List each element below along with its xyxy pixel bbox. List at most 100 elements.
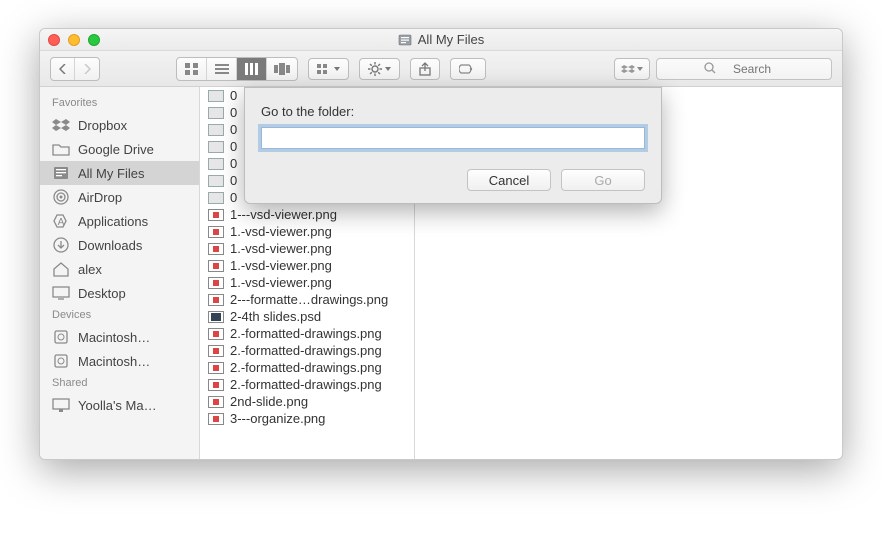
file-thumb-icon [208,209,224,221]
view-seg [176,57,298,81]
sidebar-item[interactable]: Desktop [40,281,199,305]
list-view-button[interactable] [207,58,237,80]
titlebar: All My Files [40,29,842,51]
sidebar-section-header: Devices [40,305,199,325]
file-row[interactable]: 1---vsd-viewer.png [200,206,414,223]
fullscreen-window-button[interactable] [88,34,100,46]
search-input[interactable] [656,58,832,80]
finder-window: All My Files [39,28,843,460]
folder-path-input[interactable] [261,127,645,149]
sidebar-item[interactable]: Macintosh… [40,325,199,349]
sidebar-item-label: Desktop [78,286,126,301]
sidebar-item-label: All My Files [78,166,144,181]
sidebar-item[interactable]: alex [40,257,199,281]
file-row[interactable]: 3---organize.png [200,410,414,427]
file-row[interactable]: 2.-formatted-drawings.png [200,359,414,376]
sidebar-item[interactable]: Dropbox [40,113,199,137]
sidebar-item-label: Downloads [78,238,142,253]
sidebar-item-label: Google Drive [78,142,154,157]
file-name: 1.-vsd-viewer.png [230,224,332,239]
sidebar-item[interactable]: Macintosh… [40,349,199,373]
back-button[interactable] [51,58,75,80]
share-icon [419,62,431,76]
sidebar-section-header: Shared [40,373,199,393]
folder-icon [208,158,224,170]
gear-icon [368,62,382,76]
folder-icon [52,140,70,158]
file-row[interactable]: 2---formatte…drawings.png [200,291,414,308]
action-button[interactable] [359,58,400,80]
disk-icon [52,352,70,370]
tags-button[interactable] [450,58,486,80]
file-thumb-icon [208,345,224,357]
file-name: 2-4th slides.psd [230,309,321,324]
folder-icon [208,175,224,187]
folder-icon [208,192,224,204]
all-files-icon [52,164,70,182]
file-name: 0 [230,173,237,188]
file-thumb-icon [208,379,224,391]
sidebar: FavoritesDropbox Google Drive All My Files… [40,87,200,459]
coverflow-view-button[interactable] [267,58,297,80]
file-row[interactable]: 2-4th slides.psd [200,308,414,325]
file-row[interactable]: 2nd-slide.png [200,393,414,410]
sidebar-section-header: Favorites [40,93,199,113]
sidebar-item-label: Yoolla's Ma… [78,398,157,413]
sidebar-item[interactable]: A Applications [40,209,199,233]
sidebar-item[interactable]: Yoolla's Ma… [40,393,199,417]
tag-icon [459,63,477,75]
file-thumb-icon [208,396,224,408]
file-name: 1.-vsd-viewer.png [230,258,332,273]
sidebar-item-label: Applications [78,214,148,229]
file-row[interactable]: 2.-formatted-drawings.png [200,325,414,342]
file-thumb-icon [208,277,224,289]
apps-icon: A [52,212,70,230]
arrange-button[interactable] [308,58,349,80]
close-window-button[interactable] [48,34,60,46]
column-view-button[interactable] [237,58,267,80]
file-name: 0 [230,122,237,137]
icon-view-button[interactable] [177,58,207,80]
file-name: 0 [230,190,237,205]
go-button[interactable]: Go [561,169,645,191]
nav-seg [50,57,100,81]
sidebar-item[interactable]: Google Drive [40,137,199,161]
file-thumb-icon [208,226,224,238]
file-row[interactable]: 1.-vsd-viewer.png [200,240,414,257]
file-name: 2nd-slide.png [230,394,308,409]
minimize-window-button[interactable] [68,34,80,46]
all-files-icon [398,33,412,47]
dropbox-icon [52,116,70,134]
file-name: 1.-vsd-viewer.png [230,275,332,290]
file-thumb-icon [208,243,224,255]
dialog-label: Go to the folder: [261,104,645,119]
file-name: 0 [230,156,237,171]
file-row[interactable]: 1.-vsd-viewer.png [200,274,414,291]
file-row[interactable]: 2.-formatted-drawings.png [200,376,414,393]
window-title: All My Files [40,32,842,47]
file-name: 2---formatte…drawings.png [230,292,388,307]
sidebar-item[interactable]: Downloads [40,233,199,257]
disk-icon [52,328,70,346]
file-row[interactable]: 1.-vsd-viewer.png [200,257,414,274]
file-thumb-icon [208,362,224,374]
sidebar-item[interactable]: All My Files [40,161,199,185]
file-name: 0 [230,88,237,103]
file-name: 3---organize.png [230,411,325,426]
file-name: 1---vsd-viewer.png [230,207,337,222]
file-name: 2.-formatted-drawings.png [230,326,382,341]
desktop-icon [52,284,70,302]
file-row[interactable]: 2.-formatted-drawings.png [200,342,414,359]
monitor-icon [52,396,70,414]
forward-button[interactable] [75,58,99,80]
dropbox-icon [621,63,635,75]
file-name: 0 [230,139,237,154]
file-thumb-icon [208,294,224,306]
share-button[interactable] [410,58,440,80]
folder-icon [208,90,224,102]
folder-icon [208,107,224,119]
cancel-button[interactable]: Cancel [467,169,551,191]
dropbox-toolbar-button[interactable] [614,58,650,80]
sidebar-item[interactable]: AirDrop [40,185,199,209]
file-row[interactable]: 1.-vsd-viewer.png [200,223,414,240]
